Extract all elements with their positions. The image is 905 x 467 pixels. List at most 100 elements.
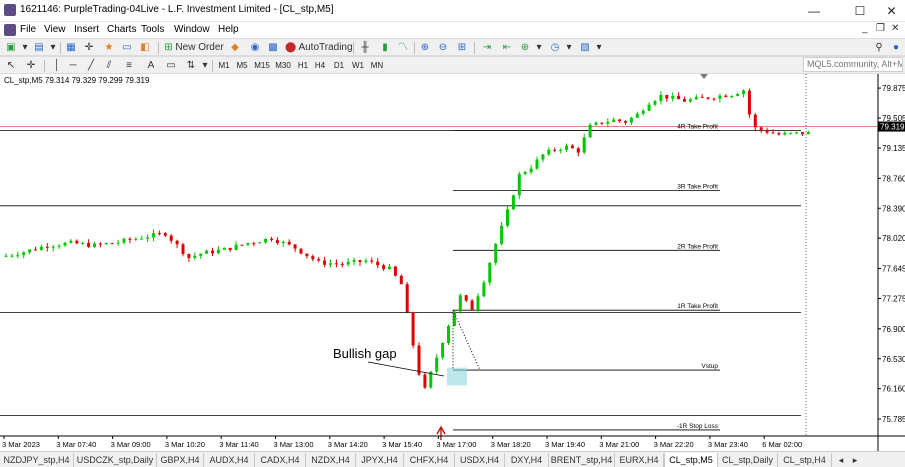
close-button[interactable]: ✕ [878, 0, 905, 22]
tabs-scroll-right-icon[interactable]: ▸ [848, 453, 862, 467]
crosshair-icon[interactable]: ✛ [82, 41, 96, 55]
dropdown-arrow-icon[interactable]: ▾ [198, 59, 212, 73]
user-icon[interactable]: ● [889, 41, 903, 55]
app-menu-icon[interactable] [4, 24, 16, 36]
new-order-button[interactable]: ⊞ New Order [164, 41, 224, 55]
time-label: 3 Mar 07:40 [56, 440, 96, 449]
menu-help[interactable]: Help [218, 24, 239, 35]
auto-scroll-icon[interactable]: ⇤ [500, 41, 514, 55]
timeframe-h4[interactable]: H4 [312, 60, 328, 72]
menu-charts[interactable]: Charts [107, 24, 136, 35]
tab-cl-stp-m5[interactable]: CL_stp,M5 [664, 453, 718, 467]
tab-cl-stp-h4[interactable]: CL_stp,H4 [778, 453, 832, 467]
candle-body [281, 241, 285, 244]
candle-body [134, 238, 138, 240]
bar-chart-icon[interactable]: ╫ [358, 41, 372, 55]
line-chart-icon[interactable]: 〽 [396, 41, 410, 55]
candle-body [199, 253, 203, 256]
timeframe-d1[interactable]: D1 [331, 60, 347, 72]
mql5-search-input[interactable]: MQL5.community, Alt+M [803, 57, 903, 72]
tab-nzdjpy-h4[interactable]: NZDJPY_stp,H4 [0, 453, 74, 467]
zoom-in-icon[interactable]: ⊕ [418, 41, 432, 55]
menu-window[interactable]: Window [174, 24, 210, 35]
tab-gbpx-h4[interactable]: GBPX,H4 [157, 453, 204, 467]
profiles-icon[interactable]: ▤ [32, 41, 46, 55]
dropdown-arrow-icon[interactable]: ▾ [592, 41, 606, 55]
metaeditor-icon[interactable]: ◆ [228, 41, 242, 55]
candle-body [346, 261, 350, 265]
dropdown-arrow-icon[interactable]: ▾ [532, 41, 546, 55]
candle-body [470, 300, 474, 310]
tab-brent-h4[interactable]: BRENT_stp,H4 [549, 453, 615, 467]
search-icon[interactable]: ⚲ [872, 41, 886, 55]
timeframe-m15[interactable]: M15 [252, 60, 272, 72]
vertical-line-icon[interactable]: │ [50, 59, 64, 73]
chart-restore-button[interactable]: ❐ [876, 23, 885, 34]
minimize-button[interactable]: — [796, 0, 832, 22]
candle-body [240, 244, 244, 246]
timeframe-w1[interactable]: W1 [350, 60, 366, 72]
community-icon[interactable]: ◉ [248, 41, 262, 55]
timeframe-m1[interactable]: M1 [216, 60, 232, 72]
timeframe-m30[interactable]: M30 [273, 60, 293, 72]
zoom-out-icon[interactable]: ⊖ [436, 41, 450, 55]
text-tool-icon[interactable]: A [144, 59, 158, 73]
candle-body [647, 104, 651, 111]
tile-windows-icon[interactable]: ⊞ [455, 41, 469, 55]
crosshair-tool-icon[interactable]: ✛ [24, 59, 38, 73]
dropdown-arrow-icon[interactable]: ▾ [18, 41, 32, 55]
tabs-scroll-left-icon[interactable]: ◂ [834, 453, 848, 467]
tab-usdx-h4[interactable]: USDX,H4 [455, 453, 505, 467]
menu-insert[interactable]: Insert [74, 24, 99, 35]
equidistant-channel-icon[interactable]: ⫽ [102, 59, 116, 73]
trendline-icon[interactable]: ╱ [84, 59, 98, 73]
dropdown-arrow-icon[interactable]: ▾ [46, 41, 60, 55]
timeframe-m5[interactable]: M5 [234, 60, 250, 72]
fibonacci-icon[interactable]: ≡ [122, 59, 136, 73]
arrows-icon[interactable]: ⇅ [184, 59, 198, 73]
chart-shift-icon[interactable]: ⇥ [480, 41, 494, 55]
navigator-icon[interactable]: ★ [102, 41, 116, 55]
tab-usdczk-daily[interactable]: USDCZK_stp,Daily [74, 453, 157, 467]
periods-icon[interactable]: ◷ [548, 41, 562, 55]
price-label: 78.020 [882, 234, 905, 243]
terminal-icon[interactable]: ▭ [120, 41, 134, 55]
candle-body [69, 240, 73, 243]
chart-window[interactable]: 4R Take Profit 3R Take Profit 2R Take Prof… [0, 74, 905, 451]
maximize-button[interactable]: ☐ [842, 0, 878, 22]
candle-body [340, 263, 344, 265]
chart-minimize-button[interactable]: _ [862, 23, 868, 34]
cursor-icon[interactable]: ↖ [4, 59, 18, 73]
strategy-tester-icon[interactable]: ◧ [138, 41, 152, 55]
text-label-icon[interactable]: ▭ [164, 59, 178, 73]
tab-jpyx-h4[interactable]: JPYX,H4 [356, 453, 404, 467]
horizontal-line-icon[interactable]: ─ [66, 59, 80, 73]
tab-chfx-h4[interactable]: CHFX,H4 [404, 453, 455, 467]
menu-file[interactable]: File [20, 24, 36, 35]
dotted-guide [452, 310, 481, 371]
price-chart[interactable]: 4R Take Profit 3R Take Profit 2R Take Prof… [0, 74, 905, 451]
tab-nzdx-h4[interactable]: NZDX,H4 [306, 453, 356, 467]
tab-audx-h4[interactable]: AUDX,H4 [204, 453, 255, 467]
chart-close-button[interactable]: ✕ [891, 23, 899, 34]
candlestick-icon[interactable]: ▮ [378, 41, 392, 55]
dropdown-arrow-icon[interactable]: ▾ [562, 41, 576, 55]
window-title: 1621146: PurpleTrading-04Live - L.F. Inv… [20, 4, 334, 15]
candle-body [63, 242, 67, 246]
tab-cl-stp-daily[interactable]: CL_stp,Daily [718, 453, 778, 467]
candle-body [588, 124, 592, 138]
autotrading-button[interactable]: ⬤ AutoTrading [285, 41, 353, 55]
indicators-icon[interactable]: ⊕ [518, 41, 532, 55]
menu-tools[interactable]: Tools [141, 24, 164, 35]
signals-icon[interactable]: ▩ [266, 41, 280, 55]
timeframe-mn[interactable]: MN [369, 60, 385, 72]
timeframe-h1[interactable]: H1 [295, 60, 311, 72]
tab-eurx-h4[interactable]: EURX,H4 [615, 453, 664, 467]
new-chart-icon[interactable]: ▣ [4, 41, 18, 55]
market-watch-icon[interactable]: ▦ [64, 41, 78, 55]
tab-dxy-h4[interactable]: DXY,H4 [505, 453, 549, 467]
candle-body [205, 250, 209, 254]
menu-view[interactable]: View [44, 24, 66, 35]
tab-cadx-h4[interactable]: CADX,H4 [255, 453, 306, 467]
templates-icon[interactable]: ▧ [578, 41, 592, 55]
